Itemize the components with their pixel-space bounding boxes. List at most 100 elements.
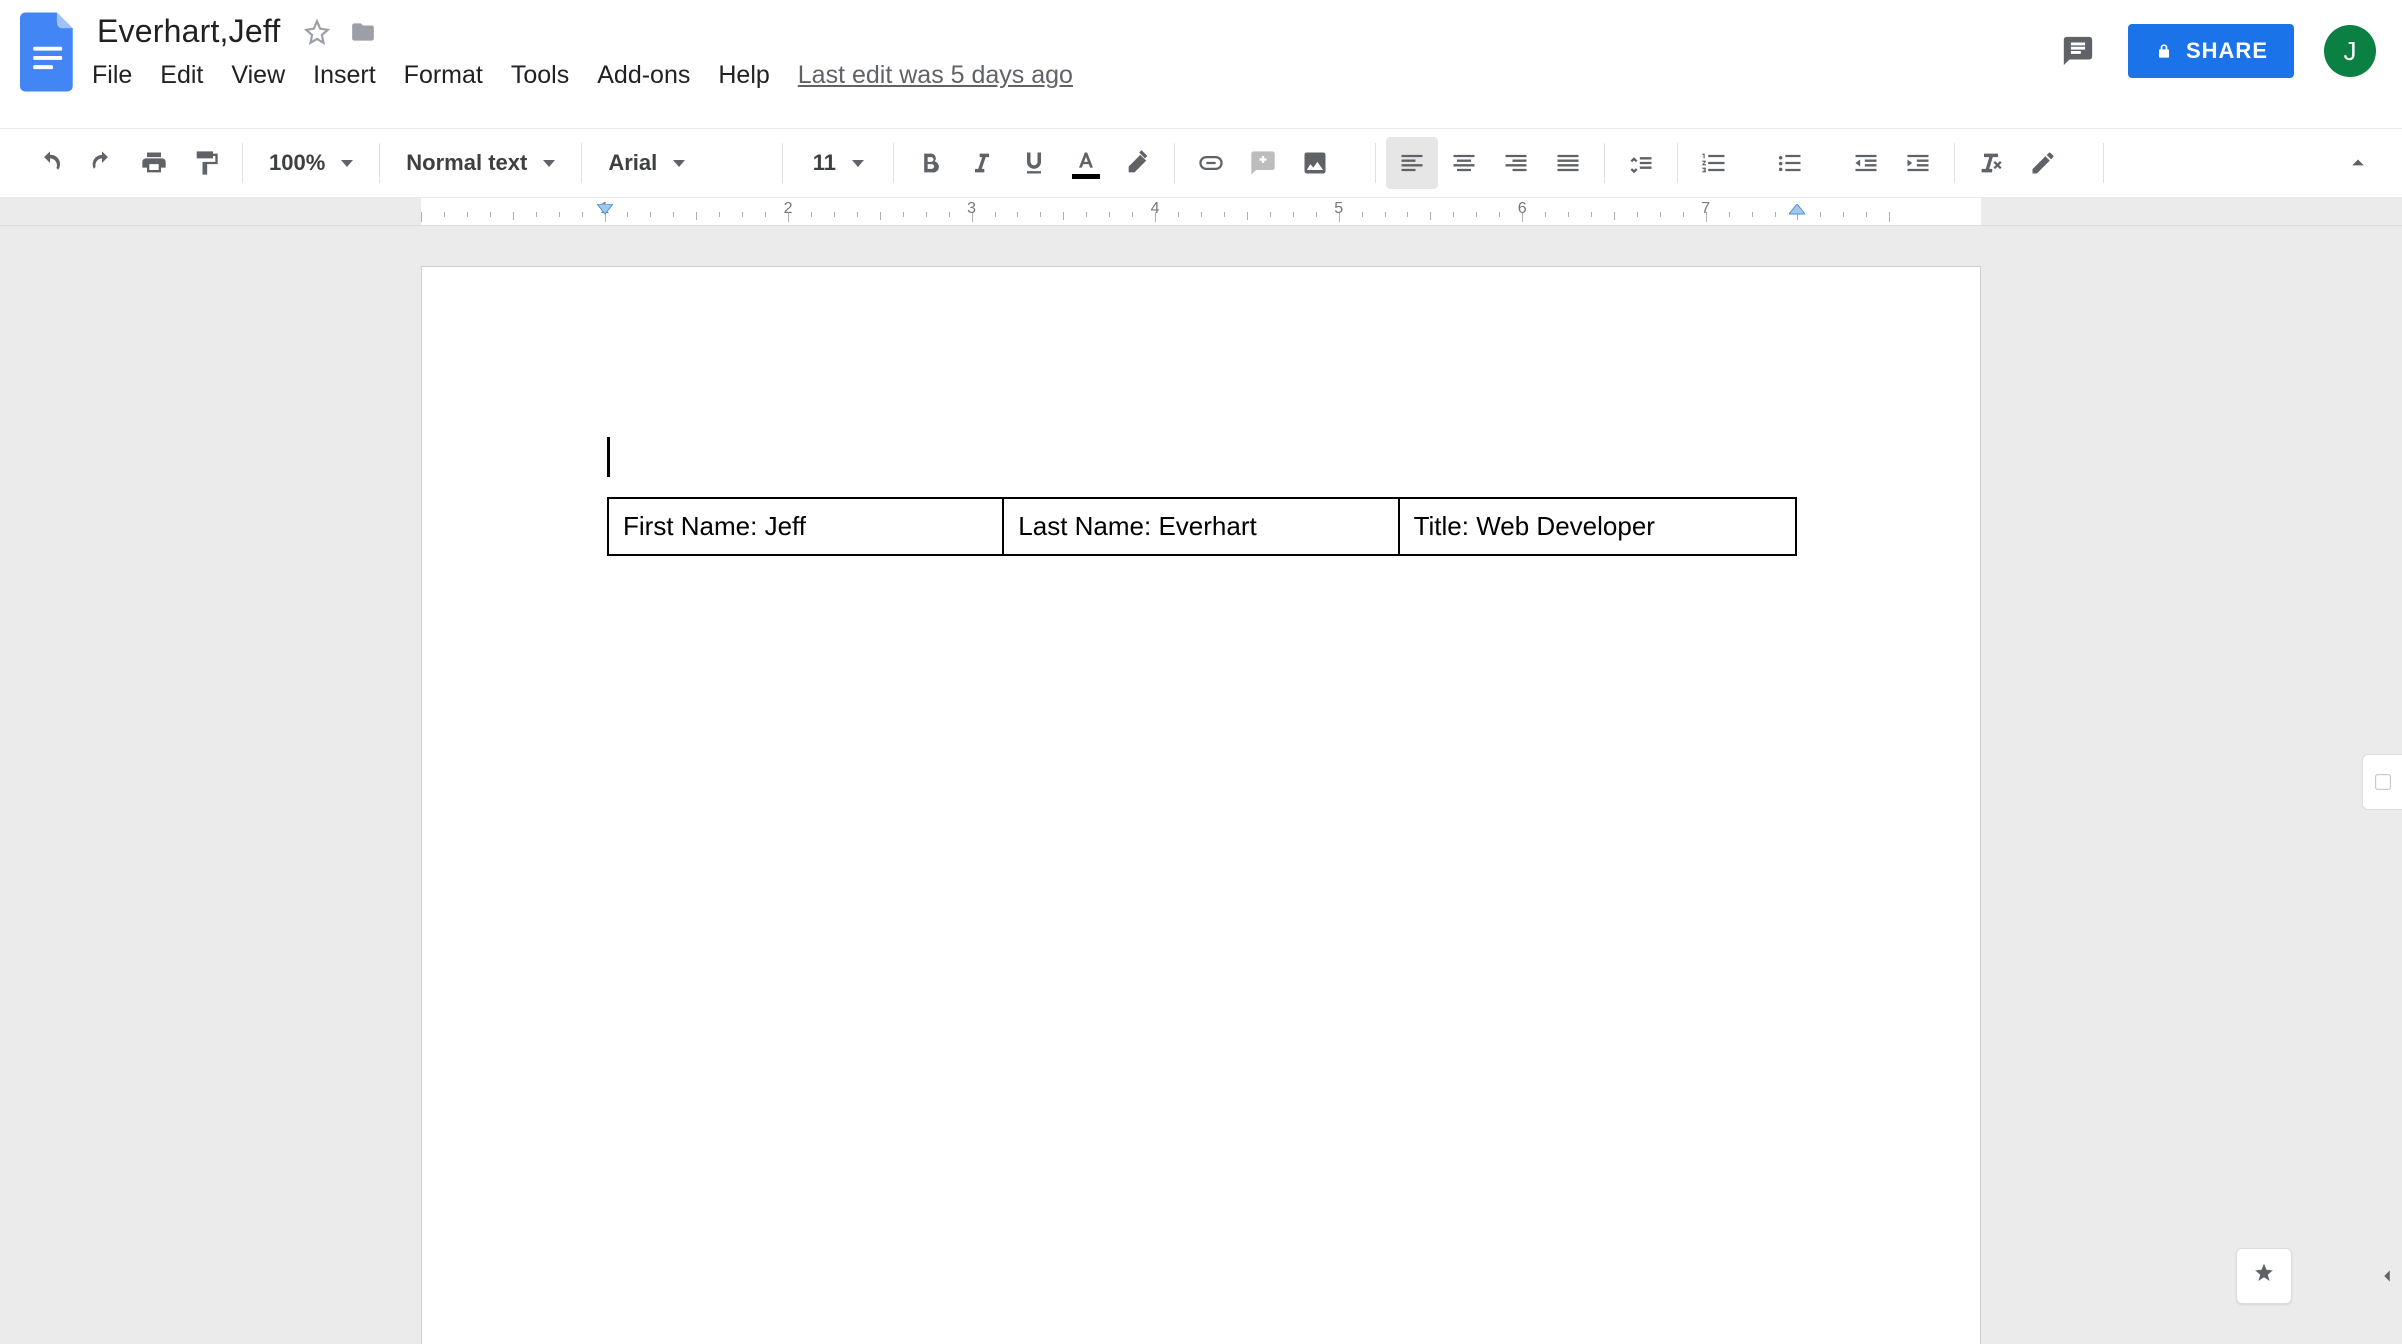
ruler-tick bbox=[1752, 212, 1753, 217]
paragraph-style-dropdown[interactable]: Normal text bbox=[390, 137, 571, 189]
ruler-tick bbox=[1247, 212, 1248, 220]
side-panel-tab[interactable] bbox=[2362, 754, 2402, 810]
menu-format[interactable]: Format bbox=[404, 61, 483, 90]
menu-help[interactable]: Help bbox=[718, 61, 769, 90]
bulleted-list-icon[interactable] bbox=[1764, 137, 1816, 189]
decrease-indent-icon[interactable] bbox=[1840, 137, 1892, 189]
table-cell[interactable]: First Name: Jeff bbox=[608, 498, 1003, 555]
italic-icon[interactable] bbox=[956, 137, 1008, 189]
editing-caret-icon[interactable] bbox=[2069, 137, 2093, 189]
font-value: Arial bbox=[608, 150, 657, 176]
menu-edit[interactable]: Edit bbox=[160, 61, 203, 90]
align-justify-icon[interactable] bbox=[1542, 137, 1594, 189]
share-button[interactable]: SHARE bbox=[2128, 24, 2294, 78]
font-dropdown[interactable]: Arial bbox=[592, 137, 772, 189]
editing-mode-icon[interactable] bbox=[2017, 137, 2069, 189]
redo-icon[interactable] bbox=[76, 137, 128, 189]
image-caret-icon[interactable] bbox=[1341, 137, 1365, 189]
ruler-tick bbox=[1407, 212, 1408, 217]
ruler-tick bbox=[1614, 212, 1615, 220]
text-color-icon[interactable] bbox=[1060, 137, 1112, 189]
document-canvas[interactable]: First Name: Jeff Last Name: Everhart Tit… bbox=[0, 226, 2402, 1344]
align-right-icon[interactable] bbox=[1490, 137, 1542, 189]
ruler-tick bbox=[490, 212, 491, 217]
ruler-tick bbox=[536, 212, 537, 217]
ruler-tick bbox=[1132, 212, 1133, 217]
menu-file[interactable]: File bbox=[92, 61, 132, 90]
app-header: Everhart,Jeff File Edit View Insert Form… bbox=[0, 0, 2402, 128]
separator bbox=[1375, 143, 1376, 183]
ruler-tick bbox=[1889, 212, 1890, 222]
zoom-dropdown[interactable]: 100% bbox=[253, 137, 369, 189]
ruler-tick bbox=[719, 212, 720, 217]
ruler-tick bbox=[1775, 212, 1776, 217]
clear-formatting-icon[interactable] bbox=[1965, 137, 2017, 189]
link-icon[interactable] bbox=[1185, 137, 1237, 189]
right-indent-marker[interactable] bbox=[1789, 204, 1805, 225]
ruler-tick bbox=[1109, 212, 1110, 217]
separator bbox=[581, 143, 582, 183]
comments-icon[interactable] bbox=[2058, 31, 2098, 71]
document-table[interactable]: First Name: Jeff Last Name: Everhart Tit… bbox=[607, 497, 1797, 556]
menu-insert[interactable]: Insert bbox=[313, 61, 376, 90]
collapse-toolbar-icon[interactable] bbox=[2332, 137, 2384, 189]
bold-icon[interactable] bbox=[904, 137, 956, 189]
star-icon[interactable] bbox=[303, 18, 331, 46]
ruler-tick bbox=[1866, 212, 1867, 217]
ruler-tick bbox=[1017, 212, 1018, 217]
undo-icon[interactable] bbox=[24, 137, 76, 189]
ruler-tick bbox=[1568, 212, 1569, 217]
ruler-tick bbox=[1430, 212, 1431, 220]
ruler-number: 2 bbox=[784, 200, 793, 218]
document-title-input[interactable]: Everhart,Jeff bbox=[92, 12, 285, 51]
ruler-tick bbox=[582, 212, 583, 217]
ruler-tick bbox=[995, 212, 996, 217]
ruler[interactable]: 1234567 bbox=[0, 198, 2402, 226]
docs-logo-icon[interactable] bbox=[20, 12, 78, 92]
last-edit-link[interactable]: Last edit was 5 days ago bbox=[798, 61, 1073, 90]
move-folder-icon[interactable] bbox=[349, 18, 377, 46]
menu-tools[interactable]: Tools bbox=[511, 61, 569, 90]
add-comment-icon[interactable] bbox=[1237, 137, 1289, 189]
ruler-number: 3 bbox=[967, 200, 976, 218]
table-row[interactable]: First Name: Jeff Last Name: Everhart Tit… bbox=[608, 498, 1796, 555]
share-label: SHARE bbox=[2186, 38, 2268, 64]
menu-addons[interactable]: Add-ons bbox=[597, 61, 690, 90]
side-expand-icon[interactable] bbox=[2372, 1250, 2402, 1302]
ruler-tick bbox=[1040, 212, 1041, 217]
text-cursor bbox=[607, 437, 610, 477]
text-color-swatch bbox=[1072, 174, 1100, 179]
ruler-number: 4 bbox=[1151, 200, 1160, 218]
align-center-icon[interactable] bbox=[1438, 137, 1490, 189]
left-indent-marker[interactable] bbox=[597, 204, 613, 225]
underline-icon[interactable] bbox=[1008, 137, 1060, 189]
separator bbox=[242, 143, 243, 183]
zoom-value: 100% bbox=[269, 150, 325, 176]
explore-button[interactable] bbox=[2236, 1248, 2292, 1304]
ruler-tick bbox=[1499, 212, 1500, 217]
table-cell[interactable]: Title: Web Developer bbox=[1399, 498, 1796, 555]
font-size-dropdown[interactable]: 11 bbox=[793, 137, 883, 189]
highlight-icon[interactable] bbox=[1112, 137, 1164, 189]
table-cell[interactable]: Last Name: Everhart bbox=[1003, 498, 1398, 555]
ruler-tick bbox=[467, 212, 468, 217]
numbered-list-caret-icon[interactable] bbox=[1740, 137, 1764, 189]
align-left-icon[interactable] bbox=[1386, 137, 1438, 189]
ruler-tick bbox=[1385, 212, 1386, 217]
size-value: 11 bbox=[813, 150, 836, 176]
separator bbox=[1174, 143, 1175, 183]
bulleted-list-caret-icon[interactable] bbox=[1816, 137, 1840, 189]
line-spacing-icon[interactable] bbox=[1615, 137, 1667, 189]
ruler-tick bbox=[1545, 212, 1546, 217]
menu-view[interactable]: View bbox=[231, 61, 285, 90]
print-icon[interactable] bbox=[128, 137, 180, 189]
increase-indent-icon[interactable] bbox=[1892, 137, 1944, 189]
separator bbox=[893, 143, 894, 183]
page[interactable]: First Name: Jeff Last Name: Everhart Tit… bbox=[421, 266, 1981, 1344]
account-avatar[interactable]: J bbox=[2324, 25, 2376, 77]
paint-format-icon[interactable] bbox=[180, 137, 232, 189]
insert-image-icon[interactable] bbox=[1289, 137, 1341, 189]
ruler-tick bbox=[1178, 212, 1179, 217]
ruler-tick bbox=[1293, 212, 1294, 217]
numbered-list-icon[interactable] bbox=[1688, 137, 1740, 189]
